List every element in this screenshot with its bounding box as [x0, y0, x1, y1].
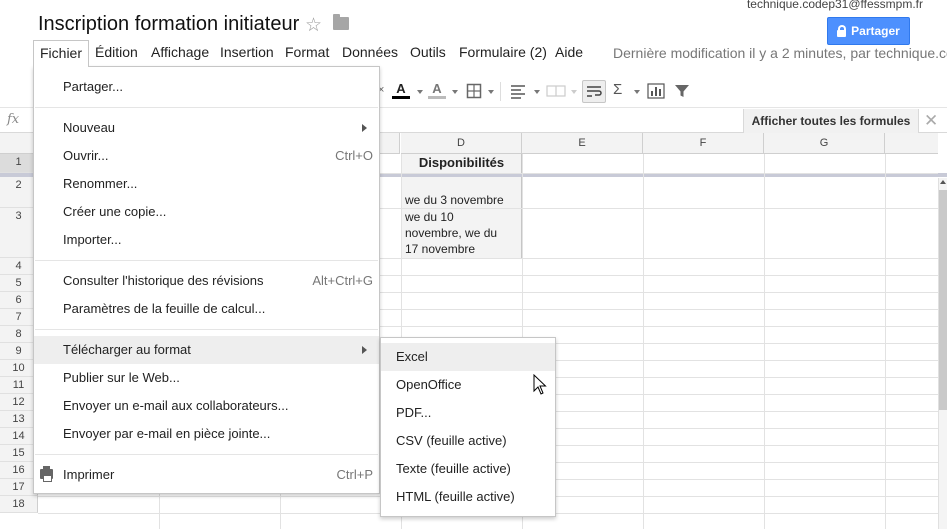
submenu-item-excel[interactable]: Excel [381, 343, 555, 371]
merge-caret-icon [571, 90, 577, 94]
menu-item-partager[interactable]: Partager... [34, 73, 379, 101]
submenu-item-pdf[interactable]: PDF... [381, 399, 555, 427]
menu-item-imprimer[interactable]: Imprimer Ctrl+P [34, 461, 379, 489]
share-button-label: Partager [851, 24, 900, 38]
cell-d3-line: novembre, we du [405, 226, 498, 240]
mouse-cursor-icon [533, 374, 547, 395]
menu-formulaire[interactable]: Formulaire (2) [459, 44, 547, 60]
menu-divider [35, 329, 378, 330]
submenu-item-openoffice[interactable]: OpenOffice [381, 371, 555, 399]
text-color-icon[interactable]: A [392, 82, 410, 99]
fill-color-caret-icon[interactable] [452, 90, 458, 94]
column-header-e[interactable]: E [522, 133, 643, 154]
row-header[interactable]: 18 [0, 496, 38, 513]
menu-item-email-collaborateurs[interactable]: Envoyer un e-mail aux collaborateurs... [34, 392, 379, 420]
merge-cells-icon [546, 85, 566, 97]
printer-icon [40, 466, 53, 482]
fx-icon: fx [7, 112, 20, 127]
menu-divider [35, 454, 378, 455]
grid-line [885, 154, 886, 529]
cell-d3[interactable]: we du 10 novembre, we du 17 novembre [405, 209, 497, 257]
menu-aide[interactable]: Aide [555, 44, 583, 60]
submenu-item-texte[interactable]: Texte (feuille active) [381, 455, 555, 483]
menu-item-publier[interactable]: Publier sur le Web... [34, 364, 379, 392]
wrap-text-icon[interactable] [582, 80, 606, 103]
menu-format[interactable]: Format [285, 44, 329, 60]
cell-d3-line: we du 10 [405, 210, 454, 224]
chart-icon[interactable] [647, 83, 665, 99]
scrollbar-thumb[interactable] [939, 190, 947, 410]
lock-icon [837, 24, 847, 37]
menu-item-telecharger[interactable]: Télécharger au format [34, 336, 379, 364]
vertical-scrollbar[interactable] [938, 178, 947, 529]
align-caret-icon[interactable] [534, 90, 540, 94]
grid-line [764, 154, 765, 529]
menu-item-importer[interactable]: Importer... [34, 226, 379, 254]
fill-color-icon[interactable]: A [428, 82, 446, 99]
sum-icon[interactable]: Σ [613, 81, 622, 98]
menu-item-renommer[interactable]: Renommer... [34, 170, 379, 198]
cell-d2[interactable]: we du 3 novembre [405, 192, 504, 208]
close-icon[interactable]: ✕ [924, 111, 938, 131]
menu-item-ouvrir[interactable]: Ouvrir... Ctrl+O [34, 142, 379, 170]
download-submenu: Excel OpenOffice PDF... CSV (feuille act… [380, 337, 556, 517]
sum-caret-icon[interactable] [634, 90, 640, 94]
user-email[interactable]: technique.codep31@ffessmpm.fr [747, 0, 923, 11]
text-color-caret-icon[interactable] [417, 90, 423, 94]
menu-item-email-piece-jointe[interactable]: Envoyer par e-mail en pièce jointe... [34, 420, 379, 448]
menu-divider [35, 260, 378, 261]
menu-edition[interactable]: Édition [95, 44, 138, 60]
column-header-d[interactable]: D [401, 133, 522, 154]
menu-fichier[interactable]: Fichier [33, 40, 90, 67]
menu-divider [35, 107, 378, 108]
filter-icon[interactable] [674, 83, 690, 99]
menu-item-historique[interactable]: Consulter l'historique des révisions Alt+… [34, 267, 379, 295]
submenu-arrow-icon [362, 346, 367, 354]
last-modified-text[interactable]: Dernière modification il y a 2 minutes, … [613, 45, 947, 61]
cell-d3-line: 17 novembre [405, 242, 476, 256]
borders-caret-icon[interactable] [488, 90, 494, 94]
menu-insertion[interactable]: Insertion [220, 44, 274, 60]
top-bar: Inscription formation initiateur ☆ techn… [0, 0, 947, 45]
submenu-item-csv[interactable]: CSV (feuille active) [381, 427, 555, 455]
align-left-icon[interactable] [510, 83, 526, 99]
cell-d1[interactable]: Disponibilités [401, 155, 522, 171]
grid-line [643, 154, 644, 529]
menu-item-parametres[interactable]: Paramètres de la feuille de calcul... [34, 295, 379, 323]
menu-bar: Fichier Édition Affichage Insertion Form… [0, 40, 947, 67]
menu-outils[interactable]: Outils [410, 44, 446, 60]
document-title[interactable]: Inscription formation initiateur [38, 13, 299, 36]
column-header-f[interactable]: F [643, 133, 764, 154]
toolbar-divider [500, 82, 501, 101]
folder-icon[interactable] [333, 14, 349, 30]
column-header-h[interactable] [885, 133, 938, 154]
star-icon[interactable]: ☆ [305, 14, 322, 37]
menu-donnees[interactable]: Données [342, 44, 398, 60]
menu-item-creer-copie[interactable]: Créer une copie... [34, 198, 379, 226]
file-menu: Partager... Nouveau Ouvrir... Ctrl+O Reno… [33, 66, 380, 494]
column-header-g[interactable]: G [764, 133, 885, 154]
menu-affichage[interactable]: Affichage [151, 44, 209, 60]
menu-item-nouveau[interactable]: Nouveau [34, 114, 379, 142]
submenu-arrow-icon [362, 124, 367, 132]
submenu-item-html[interactable]: HTML (feuille active) [381, 483, 555, 511]
show-formulas-button[interactable]: Afficher toutes les formules [743, 109, 919, 133]
borders-icon[interactable] [466, 83, 482, 99]
scroll-up-icon[interactable] [940, 180, 946, 184]
